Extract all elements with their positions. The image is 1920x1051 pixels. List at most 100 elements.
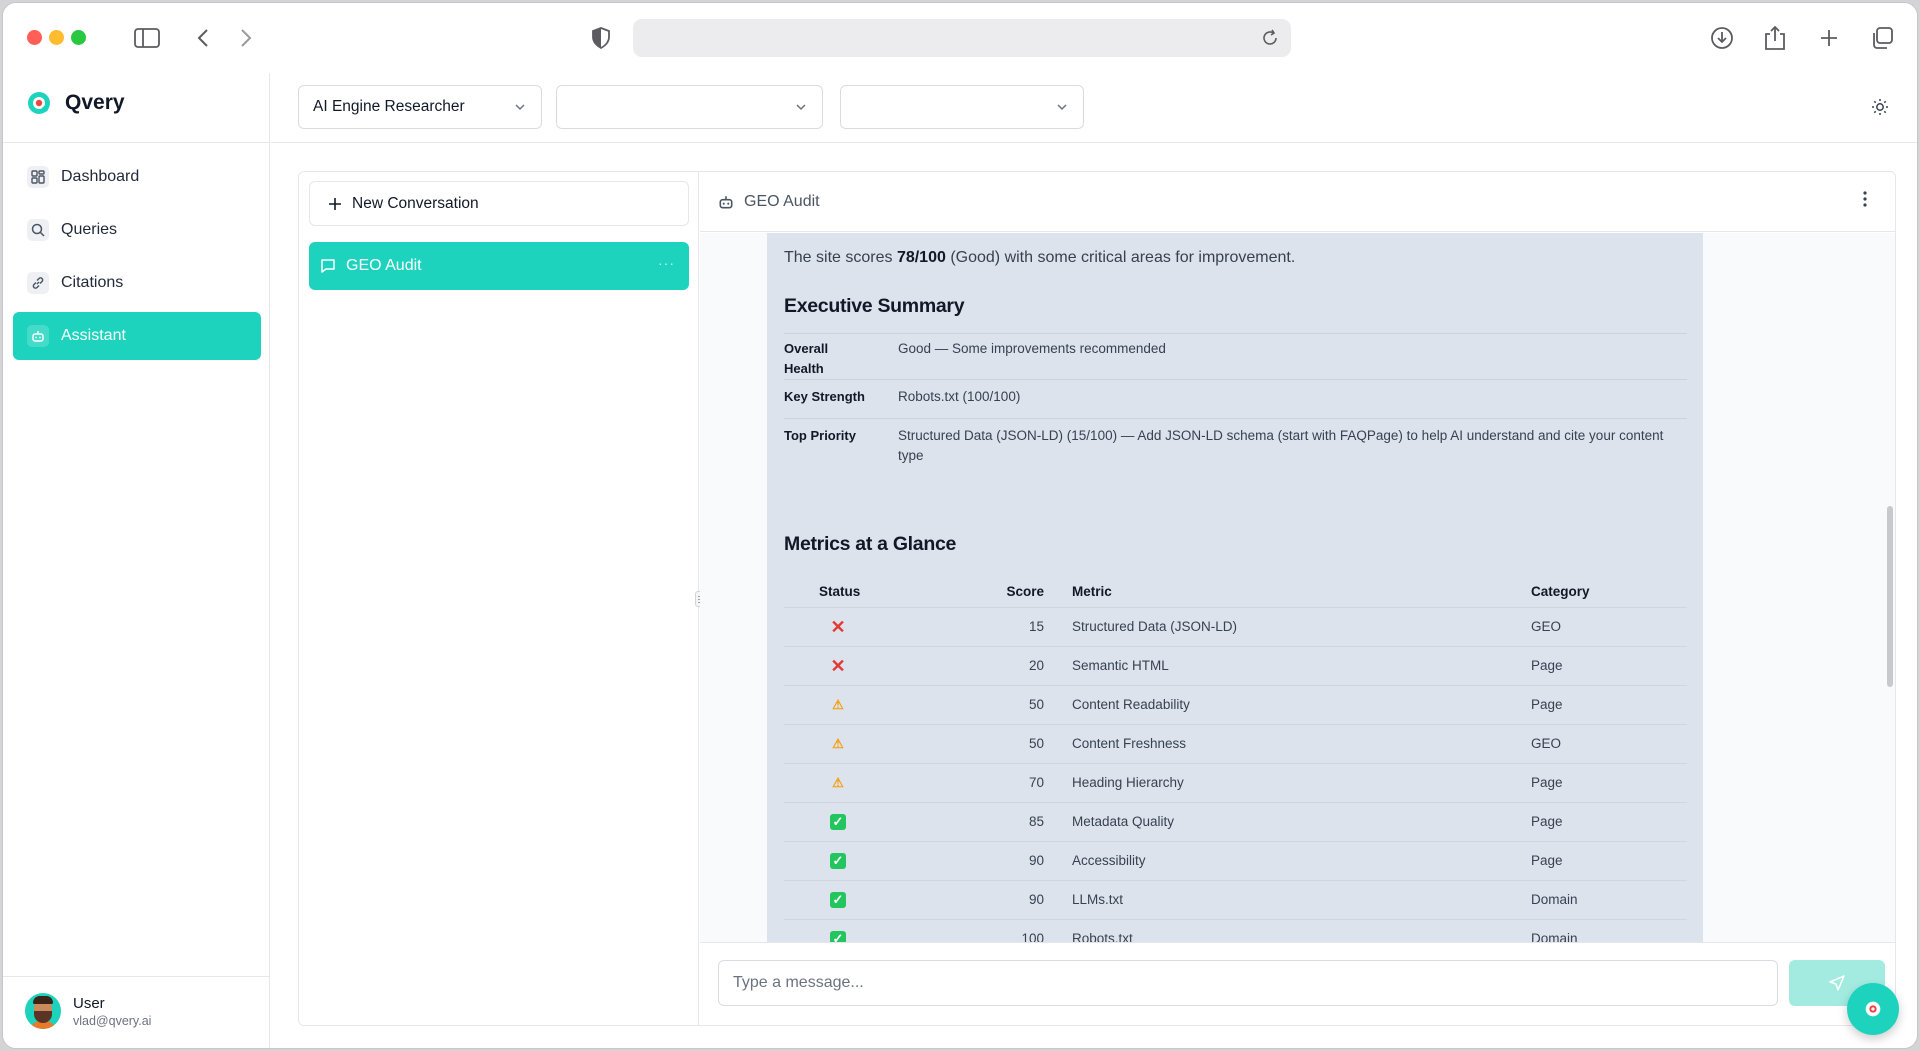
- metric-name: Structured Data (JSON-LD): [1072, 619, 1238, 634]
- search-icon: [27, 219, 49, 241]
- new-conversation-label: New Conversation: [352, 194, 479, 212]
- sidebar-item-dashboard[interactable]: Dashboard: [13, 153, 261, 201]
- metric-score: 20: [1028, 658, 1044, 673]
- metric-score: 90: [1028, 892, 1044, 907]
- top-bar: AI Engine Researcher: [271, 73, 1917, 143]
- share-icon[interactable]: [1760, 23, 1790, 53]
- metric-name: Metadata Quality: [1072, 814, 1175, 829]
- help-chat-button[interactable]: [1847, 983, 1899, 1035]
- chat-panel: GEO Audit The site scores 78/100 (Good) …: [700, 172, 1895, 1025]
- agent-select[interactable]: AI Engine Researcher: [298, 85, 542, 129]
- theme-toggle-icon[interactable]: [1871, 98, 1889, 116]
- metric-name: LLMs.txt: [1072, 892, 1124, 907]
- sidebar-toggle-icon[interactable]: [132, 23, 162, 53]
- qvery-logo-icon: [28, 92, 50, 114]
- divider: [784, 418, 1687, 419]
- scrollbar-thumb[interactable]: [1887, 506, 1893, 687]
- metric-name: Heading Hierarchy: [1072, 775, 1184, 790]
- plus-icon: [329, 197, 341, 210]
- brand[interactable]: Qvery: [27, 91, 125, 115]
- message-input[interactable]: [718, 960, 1778, 1006]
- message-scroll-area[interactable]: The site scores 78/100 (Good) with some …: [700, 233, 1895, 942]
- dashboard-icon: [27, 166, 49, 188]
- metric-category: Page: [1531, 658, 1563, 673]
- sidebar-item-citations[interactable]: Citations: [13, 259, 261, 307]
- summary-value: Robots.txt (100/100): [898, 389, 1021, 404]
- warning-icon: ⚠: [832, 736, 844, 751]
- conversation-list: New Conversation GEO Audit ···: [299, 172, 704, 1025]
- scrollbar[interactable]: [1885, 233, 1895, 942]
- qvery-logo-icon: [1865, 1001, 1881, 1017]
- table-row: ✓ 90 LLMs.txt Domain: [784, 880, 1687, 919]
- metric-name: Accessibility: [1072, 853, 1146, 868]
- summary-value: Structured Data (JSON-LD) (15/100) — Add…: [898, 428, 1664, 463]
- avatar: [25, 993, 61, 1029]
- metric-score: 15: [1028, 619, 1044, 634]
- conversation-title: GEO Audit: [346, 257, 422, 274]
- column-header-score: Score: [1006, 584, 1044, 599]
- metrics-heading: Metrics at a Glance: [784, 533, 957, 555]
- metric-category: Page: [1531, 775, 1563, 790]
- divider: [3, 142, 270, 143]
- zoom-window-button[interactable]: [71, 30, 86, 45]
- chevron-down-icon: [1057, 104, 1067, 111]
- sidebar-item-assistant[interactable]: Assistant: [13, 312, 261, 360]
- metric-name: Content Readability: [1072, 697, 1190, 712]
- downloads-icon[interactable]: [1707, 23, 1737, 53]
- domain-select[interactable]: [840, 85, 1084, 129]
- new-tab-icon[interactable]: [1814, 23, 1844, 53]
- divider: [3, 976, 270, 977]
- warning-icon: ⚠: [832, 775, 844, 790]
- table-row: ✓ 90 Accessibility Page: [784, 841, 1687, 880]
- app-name: Qvery: [65, 91, 125, 114]
- metric-score: 90: [1028, 853, 1044, 868]
- forward-icon[interactable]: [231, 23, 261, 53]
- reload-icon[interactable]: [1261, 29, 1279, 52]
- metric-category: Page: [1531, 697, 1563, 712]
- user-profile[interactable]: User vlad@qvery.ai: [25, 993, 151, 1029]
- sidebar-nav: Dashboard Queries Citations Assistant: [13, 153, 261, 365]
- back-icon[interactable]: [188, 23, 218, 53]
- audit-intro: The site scores 78/100 (Good) with some …: [784, 249, 1295, 267]
- browser-toolbar: [3, 3, 1917, 73]
- metric-score: 70: [1028, 775, 1044, 790]
- tab-overview-icon[interactable]: [1867, 23, 1897, 53]
- sidebar-item-label: Citations: [61, 274, 124, 291]
- message-composer: [700, 942, 1895, 1025]
- metric-name: Semantic HTML: [1072, 658, 1169, 673]
- shield-icon[interactable]: [586, 23, 616, 53]
- table-row: ✕ 15 Structured Data (JSON-LD) GEO: [784, 607, 1687, 646]
- sidebar: Qvery Dashboard Queries Citations Assist…: [3, 73, 270, 1048]
- check-icon: ✓: [830, 814, 846, 830]
- new-conversation-button[interactable]: New Conversation: [309, 181, 689, 226]
- assistant-panel: New Conversation GEO Audit ··· GEO Audit: [298, 171, 1896, 1026]
- metric-category: Page: [1531, 853, 1563, 868]
- overall-score: 78/100: [896, 249, 946, 266]
- column-header-status: Status: [819, 584, 861, 599]
- table-row: ✕ 20 Semantic HTML Page: [784, 646, 1687, 685]
- column-header-metric: Metric: [1072, 584, 1112, 599]
- address-bar[interactable]: [633, 19, 1291, 57]
- column-header-category: Category: [1531, 584, 1590, 599]
- more-options-icon[interactable]: ···: [658, 255, 675, 271]
- metric-category: GEO: [1531, 736, 1562, 751]
- more-vertical-icon[interactable]: [1863, 191, 1867, 207]
- project-select[interactable]: [556, 85, 823, 129]
- chat-title: GEO Audit: [744, 192, 820, 210]
- minimize-window-button[interactable]: [49, 30, 64, 45]
- metric-score: 50: [1028, 697, 1044, 712]
- sidebar-item-label: Assistant: [61, 327, 126, 344]
- warning-icon: ⚠: [832, 697, 844, 712]
- metric-name: Robots.txt: [1072, 931, 1133, 942]
- chat-header: GEO Audit: [700, 172, 1895, 232]
- summary-label: Key Strength: [784, 389, 865, 404]
- conversation-item[interactable]: GEO Audit ···: [309, 242, 689, 290]
- user-name: User: [73, 994, 105, 1012]
- sidebar-item-queries[interactable]: Queries: [13, 206, 261, 254]
- close-window-button[interactable]: [27, 30, 42, 45]
- fail-icon: ✕: [830, 616, 846, 637]
- table-row: ✓ 85 Metadata Quality Page: [784, 802, 1687, 841]
- metric-name: Content Freshness: [1072, 736, 1187, 751]
- summary-value: Good — Some improvements recommended: [898, 341, 1166, 356]
- intro-text: (Good) with some critical areas for impr…: [945, 249, 1296, 266]
